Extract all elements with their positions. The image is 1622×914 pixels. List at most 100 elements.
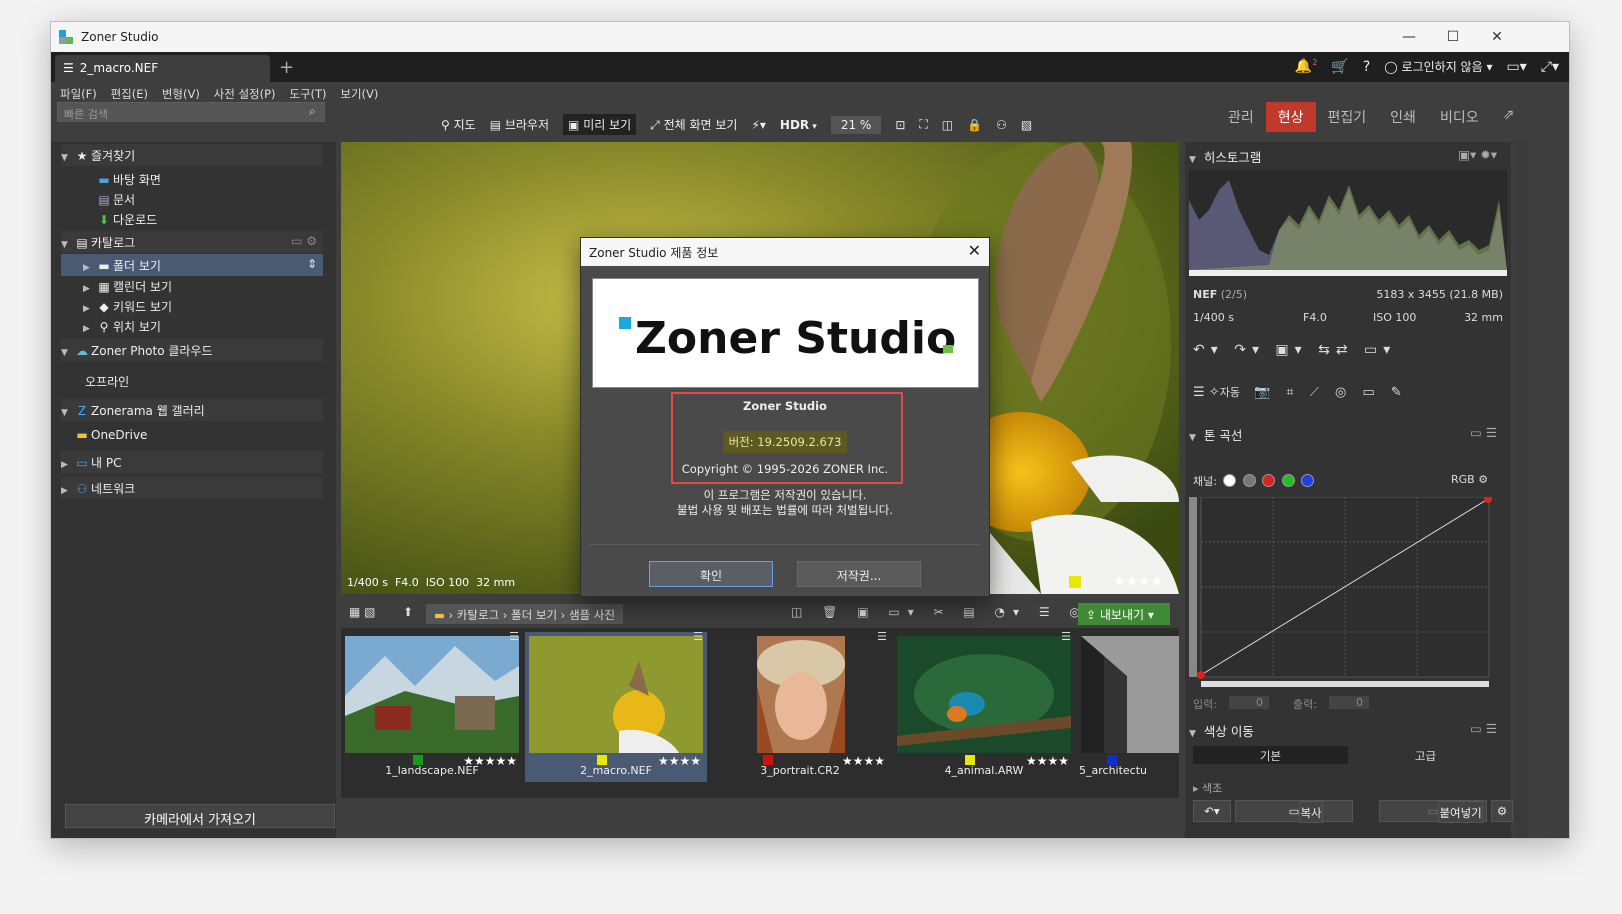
tools-icon: 📷 ⌗ ⟋ ◎ ▭ ✎ (1254, 385, 1408, 400)
browser-view-button[interactable]: ▤ 브라우저 (490, 116, 549, 133)
preview-button[interactable]: ▣ 미리 보기 (563, 114, 637, 135)
catalog-folder-view[interactable]: ▶ ▬ 폴더 보기 ⇕ (61, 254, 323, 276)
catalog-keyword-view[interactable]: ▶ ◆ 키워드 보기 (61, 295, 323, 317)
copy-button[interactable]: ▭ 복사 (1235, 800, 1353, 823)
adjustments-icon: ☰ (509, 630, 519, 643)
develop-tools-row[interactable]: ☰ ✧자동 📷 ⌗ ⟋ ◎ ▭ ✎ (1193, 384, 1408, 400)
tone-curve-header[interactable]: ▼ 톤 곡선 ▭ ☰ (1189, 422, 1501, 444)
title-bar: Zoner Studio — ☐ ✕ (51, 22, 1569, 52)
thumbnail[interactable]: ☰ ★★★★ 3_portrait.CR2 (709, 630, 891, 782)
tab-basic[interactable]: 기본 (1193, 746, 1348, 764)
product-name: Zoner Studio (743, 399, 827, 413)
onedrive-item[interactable]: ▬ OneDrive (61, 425, 323, 447)
history-tools-icon[interactable]: ↶▾ ↷▾ ▣▾ ⇆⇄ ▭▾ (1193, 342, 1396, 358)
color-label-flag[interactable] (1069, 576, 1081, 588)
mypc-item[interactable]: ▶ ▭ 내 PC (61, 451, 323, 473)
license-button[interactable]: 저작권... (797, 561, 921, 587)
catalog-calendar-view[interactable]: ▶ ▦ 캘린더 보기 (61, 275, 323, 297)
export-button[interactable]: ⇪ 내보내기 ▾ (1078, 603, 1170, 625)
minimize-button[interactable]: — (1387, 26, 1431, 48)
tab-editor[interactable]: 편집기 (1316, 102, 1379, 132)
thumbnail[interactable]: 5_architectu (1077, 632, 1179, 782)
fav-desktop[interactable]: ▬ 바탕 화면 (61, 168, 323, 190)
tab-advanced[interactable]: 고급 (1348, 746, 1503, 764)
close-window-button[interactable]: ✕ (1475, 26, 1519, 48)
thumbnail[interactable]: ☰ ★★★★ 4_animal.ARW (893, 630, 1075, 782)
maximize-button[interactable]: ☐ (1431, 26, 1475, 48)
zonerama-icon: Z (77, 404, 87, 418)
breadcrumb-sample-photos[interactable]: 샘플 사진 (569, 608, 615, 622)
hdr-button[interactable]: HDR ▾ (780, 118, 817, 132)
catalog-location-view[interactable]: ▶ ⚲ 위치 보기 (61, 315, 323, 337)
rating-stars[interactable]: ★★★★ (1113, 574, 1163, 590)
zonerama-header[interactable]: ▼ Z Zonerama 웹 갤러리 (61, 399, 323, 421)
tone-curve-graph[interactable] (1189, 497, 1499, 687)
import-from-camera-button[interactable]: 카메라에서 가져오기 (65, 804, 335, 828)
channel-selector: 채널: RGB ⚙ (1193, 473, 1488, 489)
cloud-header[interactable]: ▼ ☁ Zoner Photo 클라우드 (61, 339, 323, 361)
ok-button[interactable]: 확인 (649, 561, 773, 587)
thumbnail[interactable]: ☰ ★★★★★ 1_landscape.NEF (341, 630, 523, 782)
actual-size-icon[interactable]: ⊡ (895, 118, 905, 132)
panel-menu-icon: ▭ ☰ (1470, 425, 1497, 440)
input-field[interactable]: 0 (1229, 696, 1269, 709)
desktop-icon: ▬ (98, 173, 110, 187)
settings-file-icon[interactable]: ⚙ (1491, 800, 1513, 822)
tab-develop[interactable]: 현상 (1265, 102, 1316, 132)
develop-panel: ▼ 히스토그램 ▣▾ ✹▾ NEF (2/5) 5183 x 3455 (21.8 M… (1185, 142, 1513, 838)
new-tab-button[interactable]: + (279, 57, 294, 78)
lock-icon[interactable]: 🔒 (967, 118, 982, 132)
compare-icon[interactable]: ◫ (942, 118, 953, 132)
zoom-field[interactable]: 21 % (830, 115, 882, 134)
overlay-icon[interactable]: ▧ (1021, 118, 1032, 132)
folder-up-icon[interactable]: ⬆ (403, 605, 413, 619)
download-icon: ⬇ (98, 213, 110, 227)
histogram-header[interactable]: ▼ 히스토그램 ▣▾ ✹▾ (1189, 144, 1501, 166)
computer-icon: ▭ (76, 456, 88, 470)
panel-scrollbar[interactable] (1515, 142, 1527, 838)
display-icon[interactable]: ▭▾ (1507, 59, 1527, 75)
filmstrip-layout-icon[interactable]: ▦ ▧ (349, 605, 376, 619)
channel-gray-dot[interactable] (1242, 474, 1256, 487)
tab-video[interactable]: 비디오 (1428, 102, 1491, 132)
zoner-logo-icon: Zoner Studio (619, 313, 956, 364)
breadcrumb-catalog[interactable]: 카탈로그 (457, 608, 499, 622)
menu-view[interactable]: 보기(V) (335, 82, 383, 106)
tab-print[interactable]: 인쇄 (1378, 102, 1428, 132)
notifications-bell-icon[interactable]: 🔔2 (1295, 58, 1318, 75)
cart-icon[interactable]: 🛒 (1331, 59, 1348, 75)
external-icon[interactable]: ⇗ (1491, 102, 1527, 132)
thumbnail[interactable]: ☰ ★★★★ 2_macro.NEF (525, 630, 707, 782)
account-button[interactable]: ◯ 로그인하지 않음 ▾ (1384, 58, 1492, 75)
fit-icon[interactable]: ⛶ (919, 117, 927, 132)
undo-button[interactable]: ↶▾ (1193, 800, 1231, 822)
network-item[interactable]: ▶ ⚇ 네트워크 (61, 477, 323, 499)
fav-downloads[interactable]: ⬇ 다운로드 (61, 208, 323, 230)
dialog-close-button[interactable]: ✕ (968, 241, 981, 260)
color-shift-header[interactable]: ▼ 색상 이동 ▭ ☰ (1189, 718, 1501, 740)
search-icon[interactable]: ⌕ (309, 104, 316, 119)
fullscreen-view-button[interactable]: ⤢ 전체 화면 보기 (650, 116, 737, 133)
help-icon[interactable]: ? (1363, 59, 1370, 75)
loupe-icon[interactable]: ⚇ (996, 118, 1007, 132)
fullscreen-icon[interactable]: ⤢▾ (1541, 59, 1559, 75)
output-field[interactable]: 0 (1329, 696, 1369, 709)
channel-blue-dot[interactable] (1301, 474, 1315, 487)
flash-icon[interactable]: ⚡▾ (751, 118, 765, 132)
channel-red-dot[interactable] (1262, 474, 1276, 487)
search-input[interactable]: 빠른 검색 (57, 102, 325, 122)
channel-white-dot[interactable] (1223, 474, 1237, 487)
tab-manage[interactable]: 관리 (1216, 102, 1266, 132)
favorites-header[interactable]: ▼ ★ 즐겨찾기 (61, 144, 323, 166)
paste-button[interactable]: ▭ 붙여넣기 (1379, 800, 1487, 823)
document-tab[interactable]: ☰ 2_macro.NEF (55, 55, 270, 82)
catalog-header[interactable]: ▼ ▤ 카탈로그 ▭ ⚙ (61, 231, 323, 253)
share-icon: ⇪ (1086, 608, 1100, 622)
fav-documents[interactable]: ▤ 문서 (61, 188, 323, 210)
breadcrumb-folder-view[interactable]: 폴더 보기 (511, 608, 557, 622)
svg-text:Zoner Studio: Zoner Studio (635, 313, 956, 364)
filmstrip-actions-icon[interactable]: ◫ 🗑 ▣ ▭▾ ✂ ▤ ◔▾ ☰ ◎▾ ⟨ (791, 605, 1126, 619)
channel-green-dot[interactable] (1281, 474, 1295, 487)
version-label: 버전: 19.2509.2.673 (722, 431, 848, 453)
map-view-button[interactable]: ⚲ 지도 (441, 116, 476, 133)
